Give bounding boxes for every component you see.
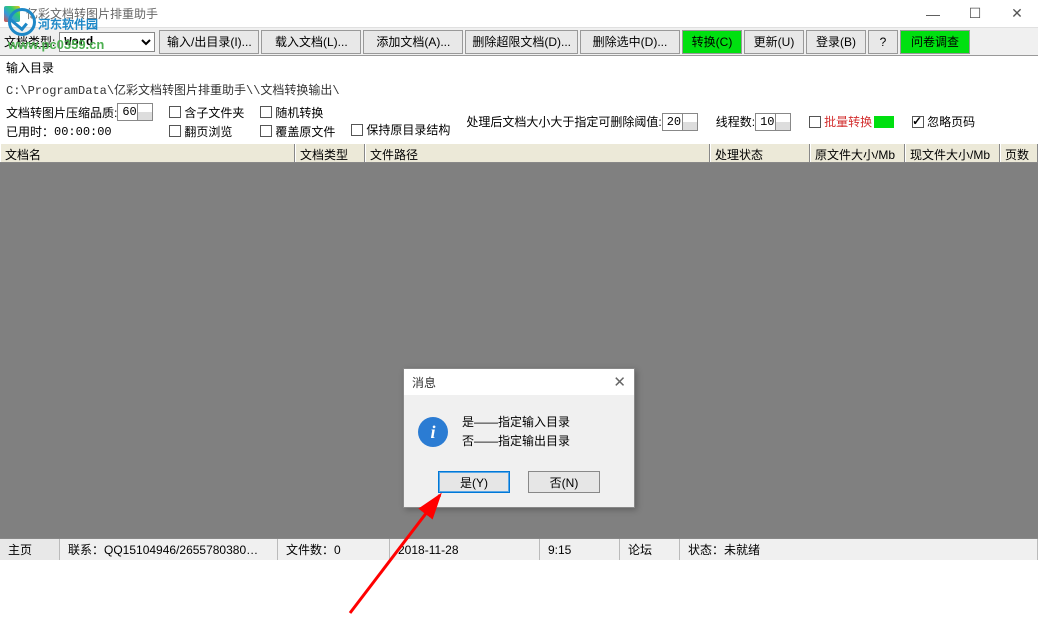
quality-spinner[interactable]: 60 [117,103,153,121]
elapsed-label: 已用时： [6,123,54,140]
threads-label: 线程数: [716,113,755,130]
message-dialog: 消息 ✕ i 是——指定输入目录 否——指定输出目录 是(Y) 否(N) [403,368,635,508]
random-convert-checkbox[interactable] [260,106,272,118]
include-sub-checkbox[interactable] [169,106,181,118]
table-header: 文档名 文档类型 文件路径 处理状态 原文件大小/Mb 现文件大小/Mb 页数 [0,143,1038,163]
status-contact: 联系：QQ15104946/2655780380… [60,539,278,560]
col-doctype[interactable]: 文档类型 [295,144,365,162]
dialog-title: 消息 [412,374,436,391]
window-title: 亿彩文档转图片排重助手 [26,5,912,22]
col-path[interactable]: 文件路径 [365,144,710,162]
info-icon: i [418,417,448,447]
maximize-button[interactable]: ☐ [954,1,996,27]
input-dir-label: 输入目录 [0,56,1038,79]
app-icon [4,6,20,22]
status-homepage[interactable]: 主页 [0,539,60,560]
col-status[interactable]: 处理状态 [710,144,810,162]
doc-type-label: 文档类型: [4,33,55,50]
status-state: 状态：未就绪 [680,539,1038,560]
minimize-button[interactable]: — [912,1,954,27]
load-doc-button[interactable]: 载入文档(L)... [261,30,361,54]
quality-label: 文档转图片压缩品质: [6,104,117,121]
dialog-no-button[interactable]: 否(N) [528,471,600,493]
dialog-text: 是——指定输入目录 否——指定输出目录 [462,413,570,451]
col-filename[interactable]: 文档名 [0,144,295,162]
status-filecount: 文件数：0 [278,539,390,560]
elapsed-value: 00:00:00 [54,125,112,139]
io-dir-button[interactable]: 输入/出目录(I)... [159,30,259,54]
file-list-area: 消息 ✕ i 是——指定输入目录 否——指定输出目录 是(Y) 否(N) [0,163,1038,538]
threads-spinner[interactable]: 10 [755,113,791,131]
doc-type-select[interactable]: Word [59,32,155,52]
help-button[interactable]: ? [868,30,898,54]
status-date: 2018-11-28 [390,539,540,560]
close-button[interactable]: ✕ [996,1,1038,27]
ignore-pagenum-checkbox[interactable] [912,116,924,128]
survey-button[interactable]: 问卷调查 [900,30,970,54]
status-time: 9:15 [540,539,620,560]
status-forum[interactable]: 论坛 [620,539,680,560]
window-titlebar: 亿彩文档转图片排重助手 — ☐ ✕ [0,0,1038,28]
flip-preview-checkbox[interactable] [169,125,181,137]
keep-struct-checkbox[interactable] [351,124,363,136]
login-button[interactable]: 登录(B) [806,30,866,54]
convert-button[interactable]: 转换(C) [682,30,742,54]
col-pages[interactable]: 页数 [1000,144,1038,162]
col-newsize[interactable]: 现文件大小/Mb [905,144,1000,162]
limit-label: 处理后文档大小大于指定可删除阈值: [466,113,661,130]
del-overlimit-button[interactable]: 删除超限文档(D)... [465,30,578,54]
status-bar: 主页 联系：QQ15104946/2655780380… 文件数：0 2018-… [0,538,1038,560]
dialog-yes-button[interactable]: 是(Y) [438,471,510,493]
options-row: 文档转图片压缩品质: 60 已用时： 00:00:00 含子文件夹 翻页浏览 随… [0,100,1038,143]
dialog-close-icon[interactable]: ✕ [613,373,626,391]
batch-checkbox[interactable] [809,116,821,128]
col-origsize[interactable]: 原文件大小/Mb [810,144,905,162]
del-selected-button[interactable]: 删除选中(D)... [580,30,680,54]
update-button[interactable]: 更新(U) [744,30,804,54]
limit-spinner[interactable]: 20 [662,113,698,131]
overwrite-checkbox[interactable] [260,125,272,137]
add-doc-button[interactable]: 添加文档(A)... [363,30,463,54]
input-dir-path: C:\ProgramData\亿彩文档转图片排重助手\\文档转换输出\ [0,79,1038,100]
main-toolbar: 文档类型: Word 输入/出目录(I)... 载入文档(L)... 添加文档(… [0,28,1038,56]
